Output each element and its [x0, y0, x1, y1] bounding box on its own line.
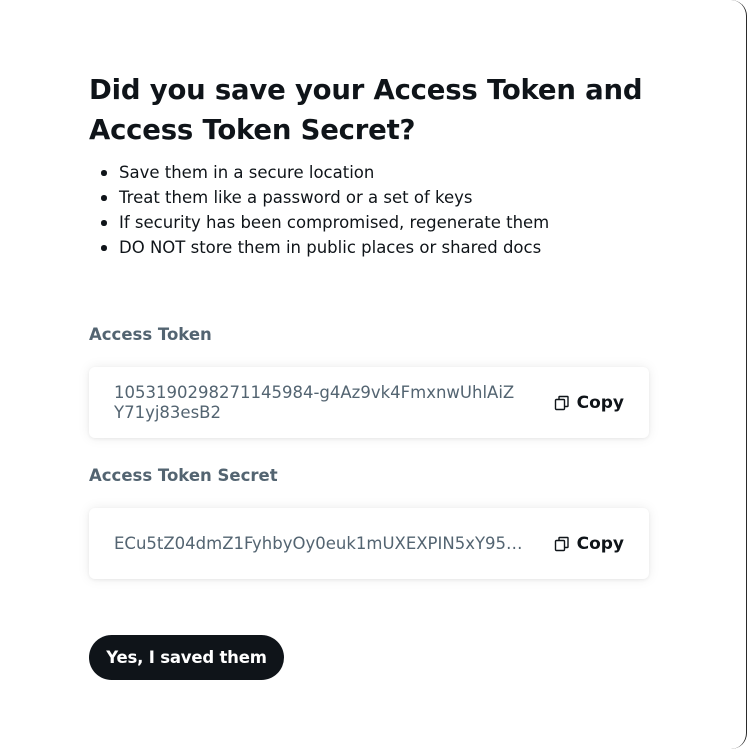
copy-icon: [554, 536, 570, 552]
copy-icon: [554, 395, 570, 411]
access-token-secret-field: ECu5tZ04dmZ1FyhbyOy0euk1mUXEXPIN5xY95B..…: [89, 508, 649, 579]
dialog-title: Did you save your Access Token and Acces…: [89, 74, 643, 146]
list-item: Treat them like a password or a set of k…: [101, 185, 679, 210]
list-item: Save them in a secure location: [101, 160, 679, 185]
confirm-saved-button[interactable]: Yes, I saved them: [89, 635, 284, 680]
access-token-secret-value[interactable]: ECu5tZ04dmZ1FyhbyOy0euk1mUXEXPIN5xY95B..…: [114, 534, 524, 554]
access-token-secret-label: Access Token Secret: [89, 466, 278, 485]
copy-label: Copy: [576, 392, 624, 413]
list-item: If security has been compromised, regene…: [101, 210, 679, 235]
access-token-label: Access Token: [89, 325, 212, 344]
access-token-value[interactable]: 1053190298271145984-g4Az9vk4FmxnwUhlAiZY…: [114, 383, 524, 423]
copy-access-token-button[interactable]: Copy: [554, 393, 624, 413]
copy-label: Copy: [576, 533, 624, 554]
list-item: DO NOT store them in public places or sh…: [101, 235, 679, 260]
access-token-field: 1053190298271145984-g4Az9vk4FmxnwUhlAiZY…: [89, 367, 649, 438]
copy-access-token-secret-button[interactable]: Copy: [554, 534, 624, 554]
security-tips-list: Save them in a secure location Treat the…: [89, 160, 679, 260]
save-tokens-dialog: Did you save your Access Token and Acces…: [0, 0, 747, 749]
